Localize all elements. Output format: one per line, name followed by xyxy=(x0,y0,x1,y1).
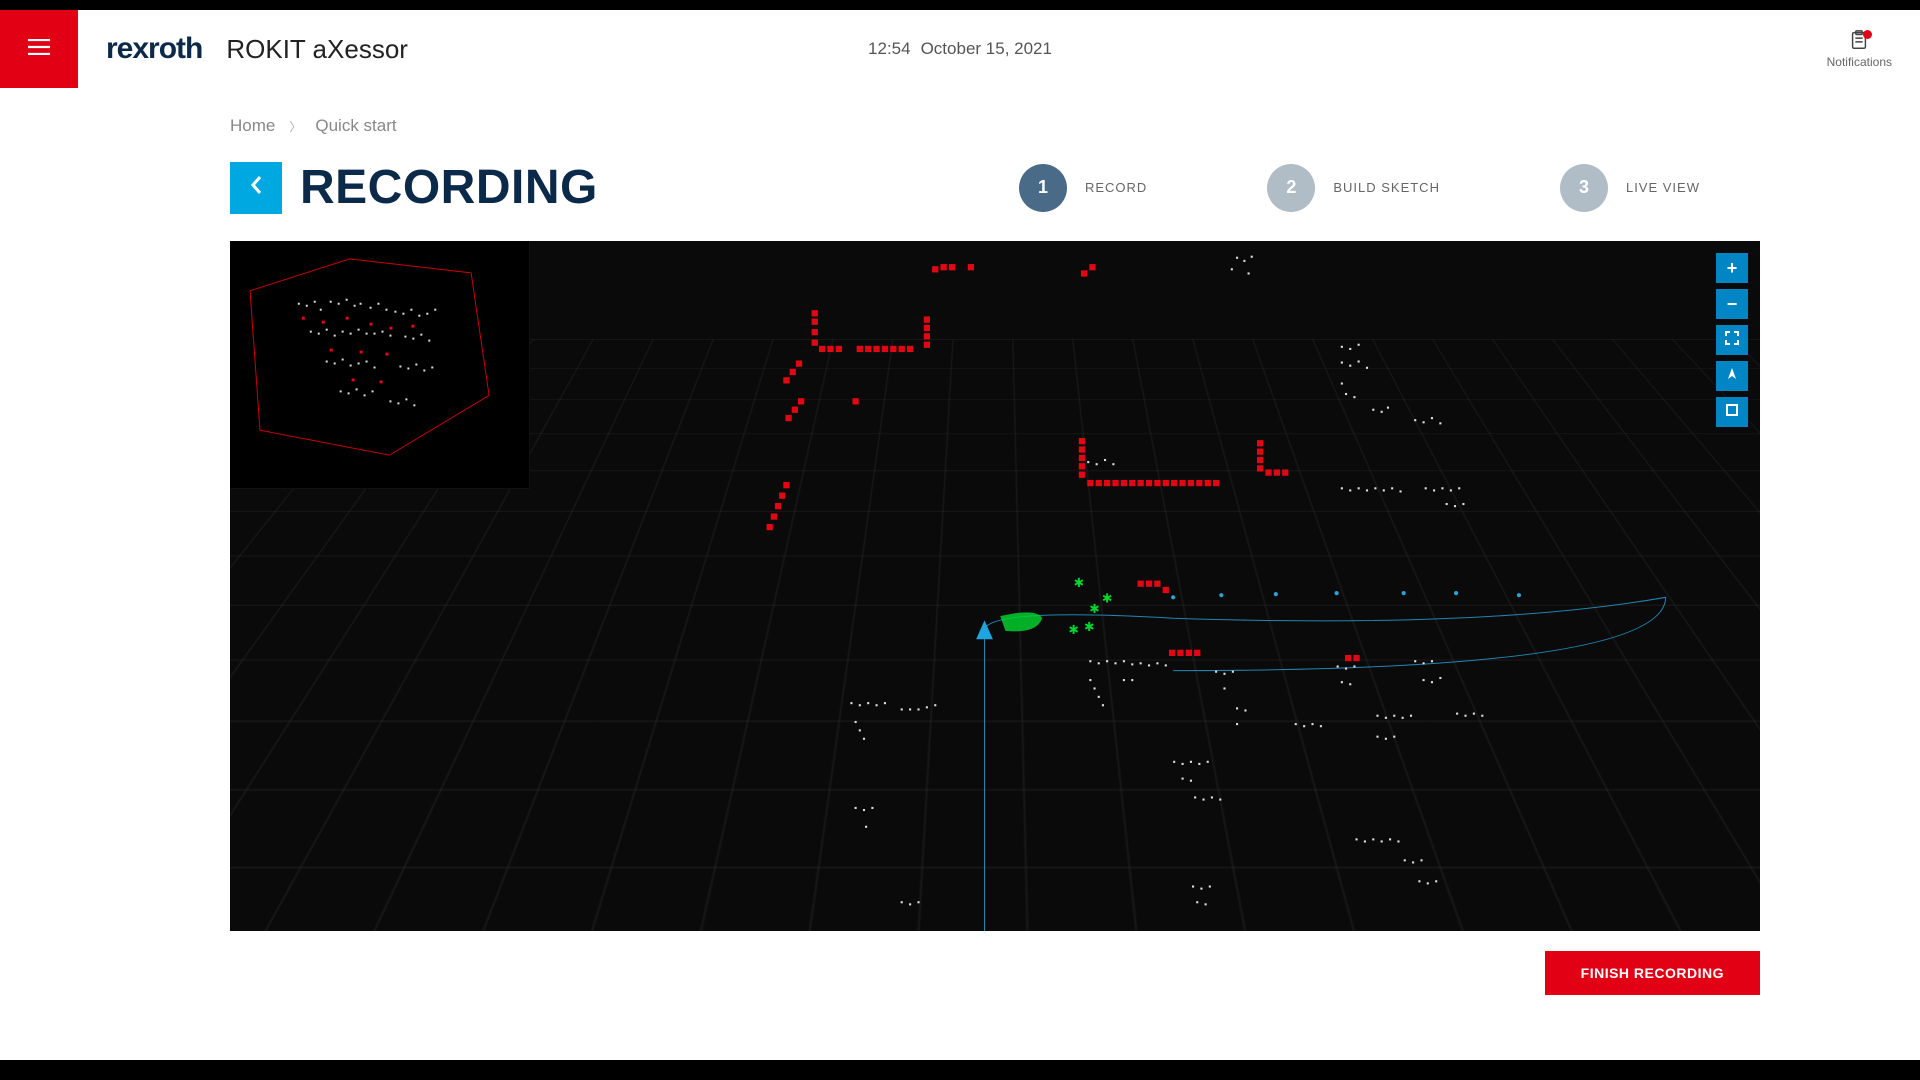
step-label: RECORD xyxy=(1085,180,1147,195)
brand-logo: rexroth xyxy=(106,32,202,66)
fullscreen-icon xyxy=(1724,330,1740,351)
chevron-right-icon: 〉 xyxy=(289,118,301,135)
notification-dot-icon xyxy=(1863,30,1872,39)
fullscreen-button[interactable] xyxy=(1716,325,1748,355)
notifications-button[interactable]: Notifications xyxy=(1827,29,1892,69)
step-number: 3 xyxy=(1560,164,1608,212)
location-arrow-icon xyxy=(1724,366,1740,387)
step-live-view[interactable]: 3 LIVE VIEW xyxy=(1560,164,1700,212)
bottom-black-bar xyxy=(0,1060,1920,1080)
top-black-bar xyxy=(0,0,1920,10)
page-title: RECORDING xyxy=(300,160,598,215)
zoom-in-button[interactable]: + xyxy=(1716,253,1748,283)
viewer-toolbar: + − xyxy=(1716,253,1748,427)
svg-text:✱: ✱ xyxy=(1074,576,1085,590)
notifications-label: Notifications xyxy=(1827,55,1892,69)
wizard-steps: 1 RECORD 2 BUILD SKETCH 3 LIVE VIEW xyxy=(1019,164,1700,212)
minimap-overview[interactable] xyxy=(230,241,530,489)
svg-text:✱: ✱ xyxy=(1068,623,1079,637)
clipboard-icon xyxy=(1848,29,1870,51)
breadcrumb-current[interactable]: Quick start xyxy=(315,116,396,136)
step-label: BUILD SKETCH xyxy=(1333,180,1440,195)
back-button[interactable] xyxy=(230,162,282,214)
clock-time: 12:54 xyxy=(868,39,911,59)
reset-view-button[interactable] xyxy=(1716,397,1748,427)
svg-text:✱: ✱ xyxy=(1089,602,1100,616)
app-name: ROKIT aXessor xyxy=(226,34,408,65)
app-header: rexroth ROKIT aXessor 12:54 October 15, … xyxy=(0,10,1920,88)
minus-icon: − xyxy=(1727,294,1738,315)
clock-date: October 15, 2021 xyxy=(921,39,1052,59)
svg-text:✱: ✱ xyxy=(1102,592,1113,606)
breadcrumb-home[interactable]: Home xyxy=(230,116,275,136)
title-row: RECORDING 1 RECORD 2 BUILD SKETCH 3 LIVE… xyxy=(230,160,1760,215)
lidar-viewer[interactable]: ✱✱✱ ✱✱ xyxy=(230,241,1760,931)
brand-wrap: rexroth ROKIT aXessor xyxy=(106,32,408,66)
hamburger-icon xyxy=(28,39,50,60)
step-record[interactable]: 1 RECORD xyxy=(1019,164,1147,212)
chevron-left-icon xyxy=(250,175,262,200)
svg-text:✱: ✱ xyxy=(1084,620,1095,634)
step-label: LIVE VIEW xyxy=(1626,180,1700,195)
zoom-out-button[interactable]: − xyxy=(1716,289,1748,319)
plus-icon: + xyxy=(1727,258,1738,279)
step-number: 2 xyxy=(1267,164,1315,212)
recenter-button[interactable] xyxy=(1716,361,1748,391)
main-content: Home 〉 Quick start RECORDING 1 RECORD 2 … xyxy=(0,88,1920,1060)
menu-button[interactable] xyxy=(0,10,78,88)
step-build-sketch[interactable]: 2 BUILD SKETCH xyxy=(1267,164,1440,212)
datetime-display: 12:54 October 15, 2021 xyxy=(868,39,1052,59)
finish-recording-button[interactable]: FINISH RECORDING xyxy=(1545,951,1760,995)
square-icon xyxy=(1724,402,1740,423)
action-row: FINISH RECORDING xyxy=(80,951,1760,995)
step-number: 1 xyxy=(1019,164,1067,212)
breadcrumb: Home 〉 Quick start xyxy=(230,116,1840,136)
